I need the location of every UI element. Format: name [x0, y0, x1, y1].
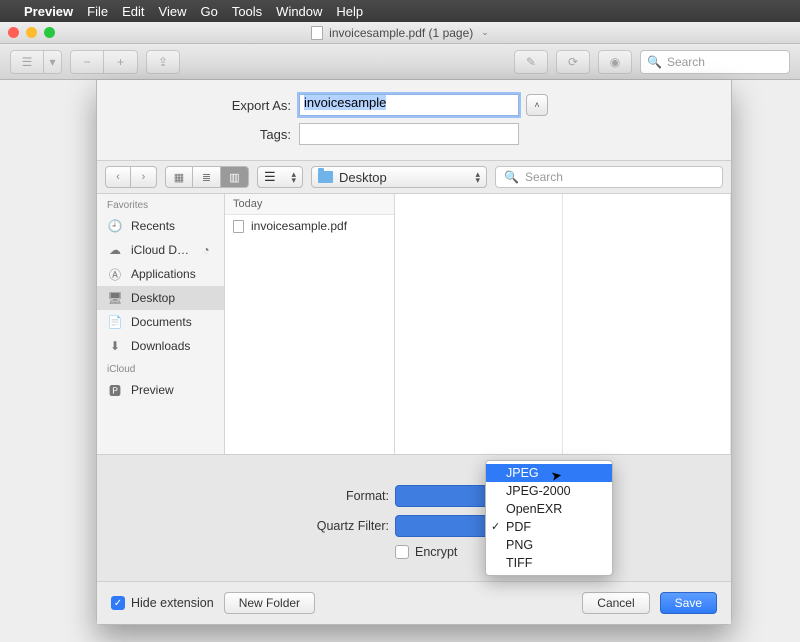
sidebar-item-desktop[interactable]: 🖥Desktop	[97, 286, 224, 310]
bottom-bar: ✓ Hide extension New Folder Cancel Save	[97, 581, 731, 624]
desktop-icon: 🖥	[107, 291, 123, 305]
nav-forward-button[interactable]: ›	[131, 166, 157, 188]
menu-tools[interactable]: Tools	[232, 4, 262, 19]
sidebar-icloud-head: iCloud	[97, 358, 224, 378]
location-search-placeholder: Search	[525, 170, 563, 184]
menu-help[interactable]: Help	[336, 4, 363, 19]
highlight-button[interactable]: ✎	[514, 50, 548, 74]
export-as-value: invoicesample	[304, 95, 386, 110]
rotate-button[interactable]: ⟳	[556, 50, 590, 74]
cancel-button[interactable]: Cancel	[582, 592, 649, 614]
menubar: Preview File Edit View Go Tools Window H…	[0, 0, 800, 22]
document-icon	[311, 26, 323, 40]
format-option-tiff[interactable]: TIFF	[486, 554, 612, 572]
format-label: Format:	[115, 489, 395, 503]
tags-field[interactable]	[299, 123, 519, 145]
encrypt-checkbox[interactable]	[395, 545, 409, 559]
search-icon: 🔍	[647, 55, 662, 69]
progress-icon: ◔	[198, 243, 214, 257]
export-as-field[interactable]: invoicesample	[299, 94, 519, 116]
menu-go[interactable]: Go	[200, 4, 217, 19]
group-icon: ☰	[264, 169, 276, 185]
location-bar: ‹ › ▦ ≣ ▥ ☰ ▴▾ Desktop ▴▾ �	[97, 160, 731, 194]
sidebar[interactable]: Favorites 🕘Recents ☁︎iCloud D…◔ ⒶApplica…	[97, 194, 225, 454]
share-button[interactable]: ⇪	[146, 50, 180, 74]
sidebar-menu-button[interactable]: ▾	[44, 50, 62, 74]
encrypt-label: Encrypt	[415, 545, 457, 559]
toolbar: ☰ ▾ − + ⇪ ✎ ⟳ ◉ 🔍 Search	[0, 44, 800, 80]
list-view-button[interactable]: ≣	[193, 166, 221, 188]
icon-view-button[interactable]: ▦	[165, 166, 193, 188]
format-option-pdf[interactable]: PDF	[486, 518, 612, 536]
app-window: invoicesample.pdf (1 page) ⌄ ☰ ▾ − + ⇪ ✎…	[0, 22, 800, 642]
sidebar-item-downloads[interactable]: ⬇︎Downloads	[97, 334, 224, 358]
menu-view[interactable]: View	[159, 4, 187, 19]
location-name: Desktop	[339, 170, 387, 185]
format-option-jpeg[interactable]: JPEG	[486, 464, 612, 482]
close-window-button[interactable]	[8, 27, 19, 38]
markup-button[interactable]: ◉	[598, 50, 632, 74]
format-option-openexr[interactable]: OpenEXR	[486, 500, 612, 518]
export-sheet: Export As: invoicesample ˄ Tags: ‹ › ▦ ≣	[96, 80, 732, 625]
group-by-popup[interactable]: ☰ ▴▾	[257, 166, 303, 188]
preview-column-1	[395, 194, 563, 454]
sidebar-favorites-head: Favorites	[97, 194, 224, 214]
menu-file[interactable]: File	[87, 4, 108, 19]
downloads-icon: ⬇︎	[107, 339, 123, 353]
format-option-png[interactable]: PNG	[486, 536, 612, 554]
menu-edit[interactable]: Edit	[122, 4, 144, 19]
column-view-button[interactable]: ▥	[221, 166, 249, 188]
documents-icon: 📄	[107, 315, 123, 329]
menu-app[interactable]: Preview	[24, 4, 73, 19]
hide-extension-label: Hide extension	[131, 596, 214, 610]
file-group-head: Today	[225, 194, 394, 215]
search-icon: 🔍	[504, 170, 519, 184]
new-folder-button[interactable]: New Folder	[224, 592, 315, 614]
export-as-label: Export As:	[115, 98, 299, 113]
sidebar-item-documents[interactable]: 📄Documents	[97, 310, 224, 334]
location-popup[interactable]: Desktop ▴▾	[311, 166, 487, 188]
sidebar-item-preview-icloud[interactable]: 🅿︎Preview	[97, 378, 224, 402]
toolbar-search-placeholder: Search	[667, 55, 705, 69]
folder-icon	[318, 171, 333, 183]
quartz-filter-label: Quartz Filter:	[115, 519, 395, 533]
tags-label: Tags:	[115, 127, 299, 142]
file-item-name: invoicesample.pdf	[251, 219, 347, 233]
sidebar-item-icloud-drive[interactable]: ☁︎iCloud D…◔	[97, 238, 224, 262]
sidebar-item-recents[interactable]: 🕘Recents	[97, 214, 224, 238]
zoom-out-button[interactable]: −	[70, 50, 104, 74]
preview-app-icon: 🅿︎	[107, 383, 123, 397]
recents-icon: 🕘	[107, 219, 123, 233]
zoom-in-button[interactable]: +	[104, 50, 138, 74]
menu-window[interactable]: Window	[276, 4, 322, 19]
cloud-icon: ☁︎	[107, 243, 123, 257]
hide-extension-checkbox[interactable]: ✓	[111, 596, 125, 610]
pdf-file-icon	[233, 220, 244, 233]
titlebar: invoicesample.pdf (1 page) ⌄	[0, 22, 800, 44]
applications-icon: Ⓐ	[107, 267, 123, 281]
file-column: Today invoicesample.pdf	[225, 194, 395, 454]
format-menu: JPEG JPEG-2000 OpenEXR PDF PNG TIFF	[485, 460, 613, 576]
title-dropdown-icon[interactable]: ⌄	[481, 27, 489, 38]
window-title: invoicesample.pdf (1 page)	[329, 26, 473, 40]
preview-column-2	[563, 194, 731, 454]
minimize-window-button[interactable]	[26, 27, 37, 38]
sidebar-toggle-button[interactable]: ☰	[10, 50, 44, 74]
options-panel: Format: ▴▾ Quartz Filter: ▴▾ Encrypt	[97, 454, 731, 581]
toolbar-search[interactable]: 🔍 Search	[640, 50, 790, 74]
sidebar-item-applications[interactable]: ⒶApplications	[97, 262, 224, 286]
zoom-window-button[interactable]	[44, 27, 55, 38]
collapse-sheet-button[interactable]: ˄	[526, 94, 548, 116]
file-item[interactable]: invoicesample.pdf	[225, 215, 394, 237]
save-button[interactable]: Save	[660, 592, 717, 614]
location-search[interactable]: 🔍 Search	[495, 166, 723, 188]
file-browser: Favorites 🕘Recents ☁︎iCloud D…◔ ⒶApplica…	[97, 194, 731, 454]
format-option-jpeg2000[interactable]: JPEG-2000	[486, 482, 612, 500]
nav-back-button[interactable]: ‹	[105, 166, 131, 188]
